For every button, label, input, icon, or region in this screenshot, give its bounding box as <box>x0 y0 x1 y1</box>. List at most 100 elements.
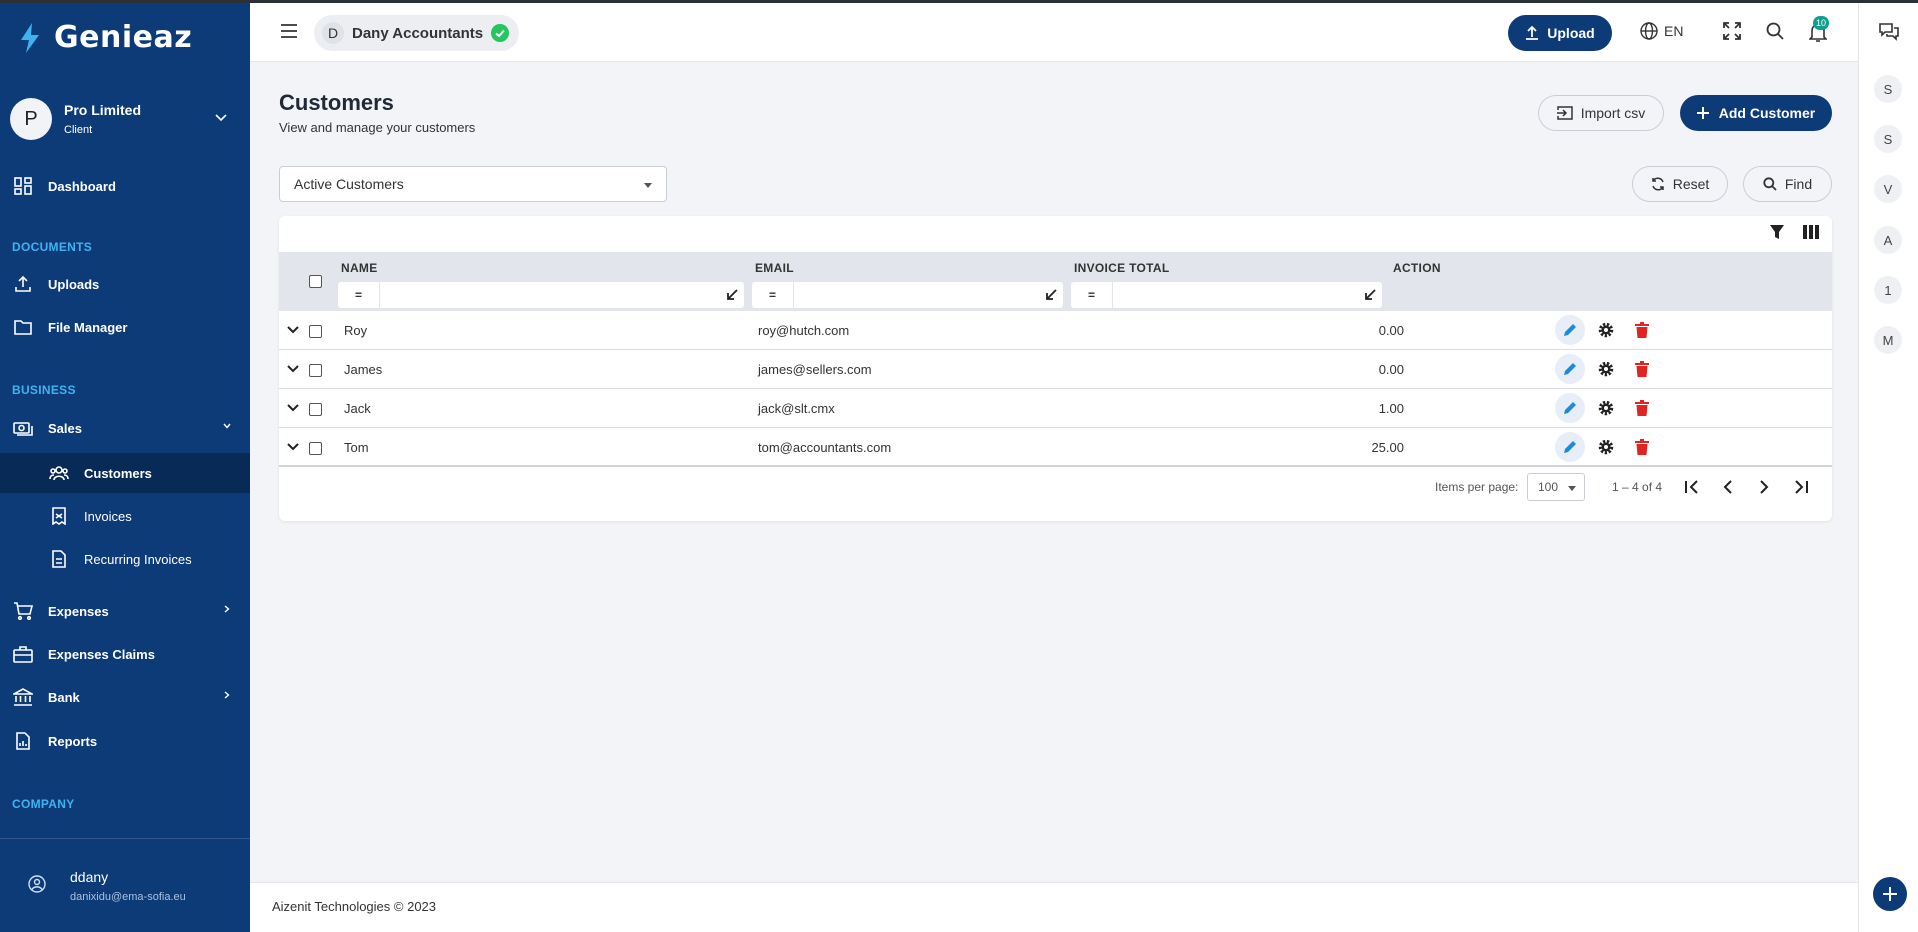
plus-icon <box>1696 107 1709 119</box>
select-all-checkbox[interactable] <box>309 275 322 288</box>
invoice-total-filter-input[interactable]: = <box>1071 282 1382 308</box>
column-header-invoice-total[interactable]: INVOICE TOTAL <box>1074 261 1169 275</box>
add-fab-button[interactable] <box>1873 877 1907 911</box>
arrow-down-left-icon[interactable] <box>1364 289 1376 301</box>
pencil-icon <box>1564 363 1576 375</box>
row-checkbox[interactable] <box>309 403 322 416</box>
filter-icon[interactable] <box>1769 224 1785 240</box>
customer-email: jack@slt.cmx <box>758 401 835 416</box>
expand-chevron-icon[interactable] <box>287 403 299 413</box>
delete-button[interactable] <box>1627 393 1657 423</box>
row-checkbox[interactable] <box>309 325 322 338</box>
document-icon <box>48 548 70 570</box>
edit-button[interactable] <box>1555 315 1585 345</box>
sidebar-item-label: Dashboard <box>48 178 116 194</box>
arrow-down-left-icon[interactable] <box>1045 289 1057 301</box>
company-selector[interactable]: D Dany Accountants <box>314 15 520 51</box>
expand-chevron-icon[interactable] <box>287 442 299 452</box>
rail-avatar[interactable]: M <box>1874 326 1902 354</box>
sidebar-item-dashboard[interactable]: Dashboard <box>0 166 250 206</box>
customer-status-select[interactable]: Active Customers <box>279 166 667 202</box>
items-per-page-label: Items per page: <box>1435 480 1519 494</box>
sidebar-item-expenses[interactable]: Expenses <box>0 591 250 631</box>
delete-button[interactable] <box>1627 354 1657 384</box>
sidebar-item-uploads[interactable]: Uploads <box>0 264 250 304</box>
settings-button[interactable] <box>1591 354 1621 384</box>
name-filter-input[interactable]: = <box>338 282 744 308</box>
import-icon <box>1556 106 1573 120</box>
customer-invoice-total: 25.00 <box>1371 440 1404 455</box>
delete-button[interactable] <box>1627 315 1657 345</box>
row-checkbox[interactable] <box>309 364 322 377</box>
gear-icon <box>1598 439 1614 455</box>
user-circle-icon <box>28 875 46 893</box>
first-page-icon[interactable] <box>1684 480 1700 494</box>
find-button[interactable]: Find <box>1743 166 1832 202</box>
row-checkbox[interactable] <box>309 442 322 455</box>
import-csv-button[interactable]: Import csv <box>1538 95 1664 131</box>
previous-page-icon[interactable] <box>1722 480 1734 494</box>
sidebar-item-invoices[interactable]: Invoices <box>0 496 250 536</box>
table-row[interactable]: Tom tom@accountants.com 25.00 <box>279 428 1832 467</box>
arrow-down-left-icon[interactable] <box>726 289 738 301</box>
items-per-page-select[interactable]: 100 <box>1527 473 1585 501</box>
organization-switcher[interactable]: P Pro Limited Client <box>10 96 240 142</box>
add-customer-button[interactable]: Add Customer <box>1680 95 1832 131</box>
settings-button[interactable] <box>1591 315 1621 345</box>
search-icon[interactable] <box>1766 22 1784 40</box>
sidebar-item-recurring-invoices[interactable]: Recurring Invoices <box>0 539 250 579</box>
expand-chevron-icon[interactable] <box>287 364 299 374</box>
menu-icon[interactable] <box>280 23 298 39</box>
filter-operator[interactable]: = <box>752 282 794 308</box>
table-row[interactable]: James james@sellers.com 0.00 <box>279 350 1832 389</box>
table-row[interactable]: Roy roy@hutch.com 0.00 <box>279 311 1832 350</box>
rail-avatar[interactable]: V <box>1874 175 1902 203</box>
sidebar-item-file-manager[interactable]: File Manager <box>0 307 250 347</box>
rail-avatar[interactable]: S <box>1874 75 1902 103</box>
column-header-name[interactable]: NAME <box>341 261 378 275</box>
columns-icon[interactable] <box>1803 225 1819 239</box>
expand-chevron-icon[interactable] <box>287 325 299 335</box>
upload-label: Upload <box>1547 25 1595 41</box>
edit-button[interactable] <box>1555 393 1585 423</box>
sidebar-item-label: Customers <box>84 465 152 481</box>
sidebar-item-sales[interactable]: Sales <box>0 408 250 448</box>
filter-operator[interactable]: = <box>338 282 380 308</box>
rail-avatar[interactable]: S <box>1874 125 1902 153</box>
settings-button[interactable] <box>1591 393 1621 423</box>
notification-badge: 10 <box>1813 16 1829 30</box>
edit-button[interactable] <box>1555 432 1585 462</box>
language-selector[interactable]: EN <box>1640 22 1683 40</box>
brand-logo[interactable]: Genieaz <box>18 20 192 55</box>
user-profile[interactable]: ddany danixidu@ema-sofia.eu <box>0 838 250 932</box>
edit-button[interactable] <box>1555 354 1585 384</box>
section-business: BUSINESS <box>12 383 76 397</box>
column-header-email[interactable]: EMAIL <box>755 261 794 275</box>
folder-icon <box>12 316 34 338</box>
delete-button[interactable] <box>1627 432 1657 462</box>
email-filter-input[interactable]: = <box>752 282 1063 308</box>
settings-button[interactable] <box>1591 432 1621 462</box>
sidebar-item-bank[interactable]: Bank <box>0 677 250 717</box>
chevron-right-icon <box>224 605 230 613</box>
last-page-icon[interactable] <box>1793 480 1809 494</box>
sidebar-item-customers[interactable]: Customers <box>0 453 250 493</box>
sidebar-item-reports[interactable]: Reports <box>0 721 250 761</box>
org-role: Client <box>64 124 93 136</box>
fullscreen-icon[interactable] <box>1723 22 1741 40</box>
customer-invoice-total: 0.00 <box>1378 323 1404 338</box>
filter-operator[interactable]: = <box>1071 282 1113 308</box>
chevron-down-icon <box>215 114 227 122</box>
sidebar-item-label: File Manager <box>48 319 128 335</box>
rail-avatar[interactable]: A <box>1874 226 1902 254</box>
upload-button[interactable]: Upload <box>1508 15 1612 51</box>
gear-icon <box>1598 400 1614 416</box>
sidebar-item-expenses-claims[interactable]: Expenses Claims <box>0 634 250 674</box>
reset-button[interactable]: Reset <box>1632 166 1728 202</box>
table-row[interactable]: Jack jack@slt.cmx 1.00 <box>279 389 1832 428</box>
chat-icon[interactable] <box>1879 23 1899 41</box>
upload-icon <box>1526 26 1539 40</box>
next-page-icon[interactable] <box>1758 480 1770 494</box>
rail-avatar[interactable]: 1 <box>1874 276 1902 304</box>
customer-email: tom@accountants.com <box>758 440 892 455</box>
